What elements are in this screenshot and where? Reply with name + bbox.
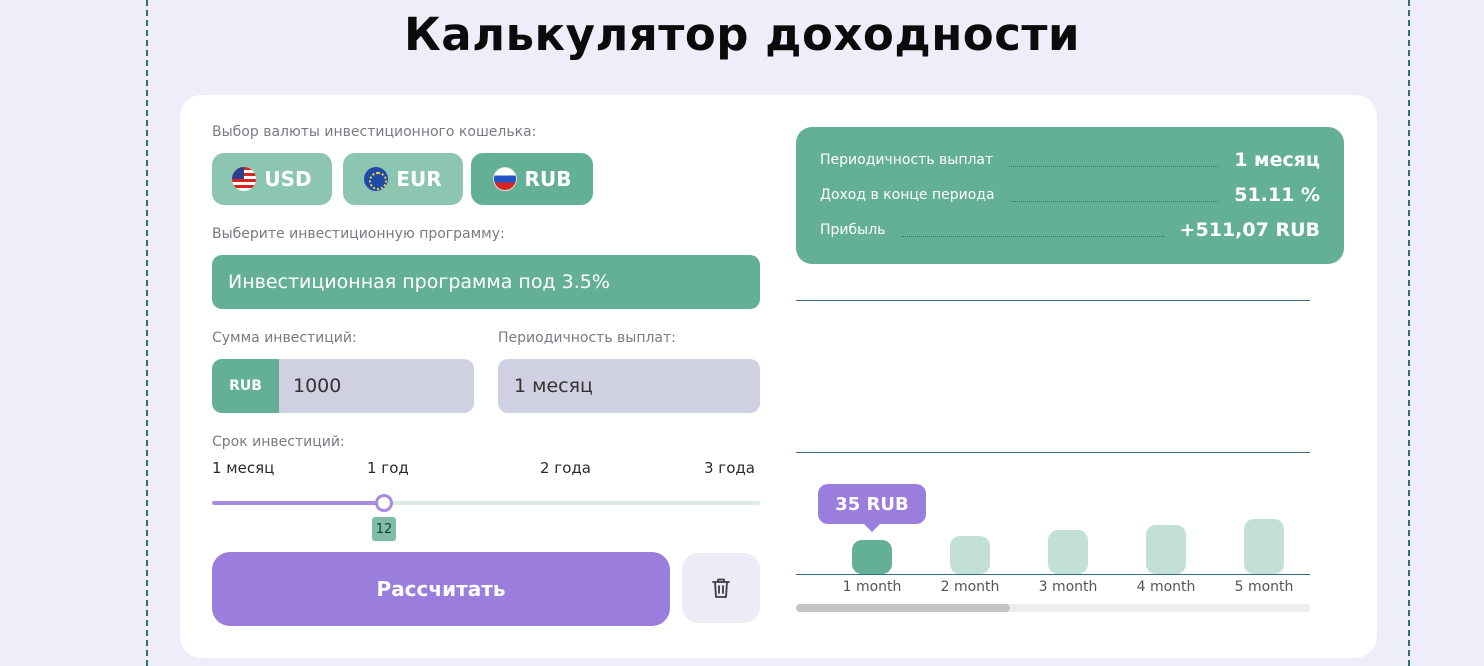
- summary-row-period: Периодичность выплат 1 месяц: [820, 148, 1320, 172]
- summary-dots: [901, 235, 1164, 237]
- chart-gridline-middle: [796, 452, 1310, 453]
- chart-x-label: 1 month: [842, 579, 902, 595]
- ru-flag-icon: [492, 167, 517, 191]
- amount-currency-badge: RUB: [212, 359, 279, 413]
- summary-period-label: Периодичность выплат: [820, 152, 994, 168]
- clear-button[interactable]: [682, 553, 760, 623]
- summary-profit-value: +511,07 RUB: [1179, 219, 1320, 241]
- chart-baseline: [796, 574, 1310, 575]
- guide-line-left: [146, 0, 148, 666]
- chart-bar-5[interactable]: [1244, 519, 1284, 574]
- chart-bar-2[interactable]: [950, 536, 990, 574]
- payout-period-select[interactable]: 1 месяц: [498, 359, 760, 413]
- program-select-value: Инвестиционная программа под 3.5%: [228, 271, 610, 293]
- chart-bar-4[interactable]: [1146, 525, 1186, 574]
- chart-gridline-top: [796, 300, 1310, 301]
- term-slider-value: 12: [372, 517, 396, 541]
- currency-eur-label: EUR: [396, 167, 442, 191]
- trash-icon: [712, 578, 730, 598]
- chart-scrollbar[interactable]: [796, 604, 1310, 612]
- program-label: Выберите инвестиционную программу:: [212, 226, 505, 242]
- chart-bar-3[interactable]: [1048, 530, 1088, 574]
- chart-x-label: 5 month: [1234, 579, 1294, 595]
- summary-row-profit: Прибыль +511,07 RUB: [820, 218, 1320, 242]
- profit-chart: 1 month 35 RUB 2 month 3 month 4 month 5 mont…: [796, 295, 1310, 615]
- payout-period-value: 1 месяц: [514, 375, 593, 397]
- term-slider-thumb[interactable]: [375, 494, 393, 512]
- calculate-button[interactable]: Рассчитать: [212, 552, 670, 626]
- amount-field[interactable]: RUB 1000: [212, 359, 474, 413]
- currency-rub-button[interactable]: RUB: [471, 153, 593, 205]
- program-select[interactable]: Инвестиционная программа под 3.5%: [212, 255, 760, 309]
- currency-rub-label: RUB: [524, 167, 572, 191]
- chart-scrollbar-thumb[interactable]: [796, 604, 1010, 612]
- term-tick-1-month: 1 месяц: [212, 459, 275, 477]
- chart-bar-1[interactable]: [852, 540, 892, 574]
- payout-period-label: Периодичность выплат:: [498, 330, 676, 346]
- us-flag-icon: [232, 167, 257, 191]
- chart-x-label: 3 month: [1038, 579, 1098, 595]
- currency-eur-button[interactable]: EUR: [343, 153, 463, 205]
- amount-input[interactable]: 1000: [279, 359, 341, 413]
- term-tick-3-years: 3 года: [704, 459, 755, 477]
- amount-label: Сумма инвестиций:: [212, 330, 357, 346]
- guide-line-right: [1408, 0, 1410, 666]
- summary-income-value: 51.11 %: [1234, 184, 1320, 206]
- summary-row-income: Доход в конце периода 51.11 %: [820, 183, 1320, 207]
- results-summary: Периодичность выплат 1 месяц Доход в кон…: [796, 127, 1344, 264]
- term-slider-fill: [212, 501, 384, 505]
- currency-label: Выбор валюты инвестиционного кошелька:: [212, 124, 537, 140]
- currency-usd-label: USD: [264, 167, 312, 191]
- page-title: Калькулятор доходности: [403, 8, 1080, 61]
- term-label: Срок инвестиций:: [212, 434, 345, 450]
- summary-profit-label: Прибыль: [820, 222, 886, 238]
- currency-usd-button[interactable]: USD: [212, 153, 332, 205]
- term-slider-track[interactable]: [212, 494, 760, 512]
- calculator-card: Выбор валюты инвестиционного кошелька: U…: [180, 95, 1377, 658]
- summary-dots: [1009, 165, 1219, 167]
- chart-x-label: 4 month: [1136, 579, 1196, 595]
- term-tick-1-year: 1 год: [367, 459, 409, 477]
- term-tick-2-years: 2 года: [540, 459, 591, 477]
- eu-flag-icon: [364, 167, 389, 191]
- summary-income-label: Доход в конце периода: [820, 187, 995, 203]
- chart-tooltip: 35 RUB: [818, 484, 926, 532]
- summary-period-value: 1 месяц: [1234, 149, 1320, 171]
- chart-x-label: 2 month: [940, 579, 1000, 595]
- summary-dots: [1010, 200, 1219, 202]
